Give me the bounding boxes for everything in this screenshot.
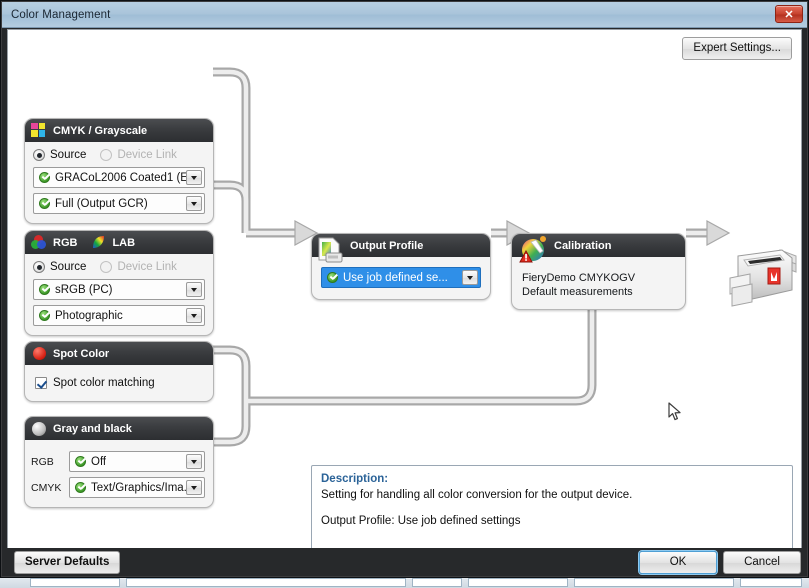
chevron-down-icon[interactable] (186, 196, 202, 211)
gray-cmyk-dropdown[interactable]: Text/Graphics/Ima... (69, 477, 205, 498)
cmyk-source-profile-dropdown[interactable]: GRACoL2006 Coated1 (EFI) (33, 167, 205, 188)
gray-cmyk-row: CMYK Text/Graphics/Ima... (31, 477, 205, 498)
cmyk-swatch-icon (31, 122, 47, 139)
calibration-measurements: Default measurements (522, 286, 633, 298)
radio-rgb-device-link[interactable] (100, 261, 113, 273)
label-rgb-source: Source (50, 261, 87, 273)
description-line-1: Setting for handling all color conversio… (321, 489, 633, 501)
rgb-source-profile-dropdown[interactable]: sRGB (PC) (33, 279, 205, 300)
color-management-dialog: Color Management ✕ Expert Settings... CM… (0, 0, 809, 578)
cmyk-gcr-dropdown[interactable]: Full (Output GCR) (33, 193, 205, 214)
output-profile-icon (316, 236, 346, 268)
gray-rgb-row: RGB Off (31, 451, 205, 472)
description-line-2: Output Profile: Use job defined settings (321, 515, 521, 527)
valid-check-icon (39, 198, 50, 209)
rgb-circles-icon (31, 234, 47, 251)
node-header-rgb: RGB LAB (25, 231, 213, 254)
chevron-down-icon[interactable] (462, 270, 478, 285)
spot-color-dot-icon (31, 346, 47, 362)
node-body-rgb: Source Device Link sRGB (PC) Photographi… (25, 254, 213, 335)
calibration-warning-icon (518, 235, 550, 268)
calibration-profile-name: FieryDemo CMYKOGV (522, 272, 636, 284)
node-title-calibration: Calibration (554, 239, 612, 252)
node-body-gray: RGB Off CMYK Text/Graphics/Ima... (25, 440, 213, 507)
label-gray-rgb: RGB (31, 455, 54, 468)
node-body-spot: Spot color matching (25, 365, 213, 401)
valid-check-icon (39, 310, 50, 321)
description-title: Description: (321, 473, 389, 485)
chevron-down-icon[interactable] (186, 282, 202, 297)
node-cmyk-grayscale[interactable]: CMYK / Grayscale Source Device Link GRAC… (24, 118, 214, 224)
close-icon[interactable]: ✕ (775, 5, 803, 23)
desktop-background: Color Management ✕ Expert Settings... CM… (0, 0, 809, 588)
rgb-rendering-intent-value: Photographic (55, 309, 123, 322)
cmyk-gcr-value: Full (Output GCR) (55, 197, 148, 210)
server-defaults-button[interactable]: Server Defaults (14, 550, 121, 574)
label-gray-cmyk: CMYK (31, 481, 62, 494)
radio-rgb-source[interactable] (33, 261, 45, 273)
chevron-down-icon[interactable] (186, 308, 202, 323)
node-title-output-profile: Output Profile (350, 239, 424, 252)
node-body-cmyk: Source Device Link GRACoL2006 Coated1 (E… (25, 142, 213, 223)
valid-check-icon (39, 284, 50, 295)
node-gray-and-black[interactable]: Gray and black RGB Off CMYK Text/Graphic… (24, 416, 214, 508)
dialog-content-canvas: Expert Settings... CMYK / Grayscale Sour… (7, 29, 802, 549)
node-header-cmyk: CMYK / Grayscale (25, 119, 213, 142)
node-title-cmyk: CMYK / Grayscale (53, 124, 148, 137)
chevron-down-icon[interactable] (186, 170, 202, 185)
window-title: Color Management (11, 8, 111, 21)
lab-leaf-icon (91, 235, 107, 251)
label-cmyk-device-link: Device Link (117, 149, 177, 161)
node-header-gray: Gray and black (25, 417, 213, 440)
valid-check-icon (75, 456, 86, 467)
node-title-lab: LAB (112, 236, 136, 249)
output-profile-value: Use job defined se... (343, 271, 448, 284)
gray-rgb-value: Off (91, 455, 107, 468)
checkbox-spot-color-matching[interactable] (35, 377, 47, 389)
gray-rgb-dropdown[interactable]: Off (69, 451, 205, 472)
rgb-source-profile-value: sRGB (PC) (55, 283, 113, 296)
node-title-spot: Spot Color (53, 347, 110, 360)
label-cmyk-source: Source (50, 149, 87, 161)
ok-button[interactable]: OK (639, 550, 717, 574)
node-header-spot: Spot Color (25, 342, 213, 365)
description-panel: Description: Setting for handling all co… (311, 465, 793, 548)
node-rgb-lab[interactable]: RGB LAB Source Device Link sRGB (PC) Pho… (24, 230, 214, 336)
label-spot-color-matching: Spot color matching (53, 377, 155, 389)
printer-device-icon (724, 244, 800, 310)
valid-check-icon (327, 272, 338, 283)
cmyk-source-profile-value: GRACoL2006 Coated1 (EFI) (55, 171, 203, 184)
radio-cmyk-device-link[interactable] (100, 149, 113, 161)
gray-cmyk-value: Text/Graphics/Ima... (91, 481, 194, 494)
valid-check-icon (75, 482, 86, 493)
node-title-rgb: RGB (53, 236, 78, 249)
rgb-rendering-intent-dropdown[interactable]: Photographic (33, 305, 205, 326)
chevron-down-icon[interactable] (186, 480, 202, 495)
radio-cmyk-source[interactable] (33, 149, 45, 161)
output-profile-dropdown[interactable]: Use job defined se... (321, 267, 481, 288)
cancel-button[interactable]: Cancel (723, 550, 801, 574)
gray-sphere-icon (31, 421, 47, 437)
title-bar[interactable]: Color Management ✕ (2, 2, 807, 28)
cmyk-mode-radios[interactable]: Source Device Link (33, 149, 205, 161)
rgb-mode-radios[interactable]: Source Device Link (33, 261, 205, 273)
label-rgb-device-link: Device Link (117, 261, 177, 273)
dialog-footer: Server Defaults OK Cancel (2, 548, 807, 576)
node-title-gray: Gray and black (53, 422, 132, 435)
node-calibration[interactable]: Calibration FieryDemo CMYKOGV Default me… (511, 233, 686, 310)
chevron-down-icon[interactable] (186, 454, 202, 469)
node-output-profile[interactable]: Output Profile Use job defined se... (311, 233, 491, 300)
node-spot-color[interactable]: Spot Color Spot color matching (24, 341, 214, 402)
spot-color-matching-row[interactable]: Spot color matching (33, 373, 205, 391)
valid-check-icon (39, 172, 50, 183)
